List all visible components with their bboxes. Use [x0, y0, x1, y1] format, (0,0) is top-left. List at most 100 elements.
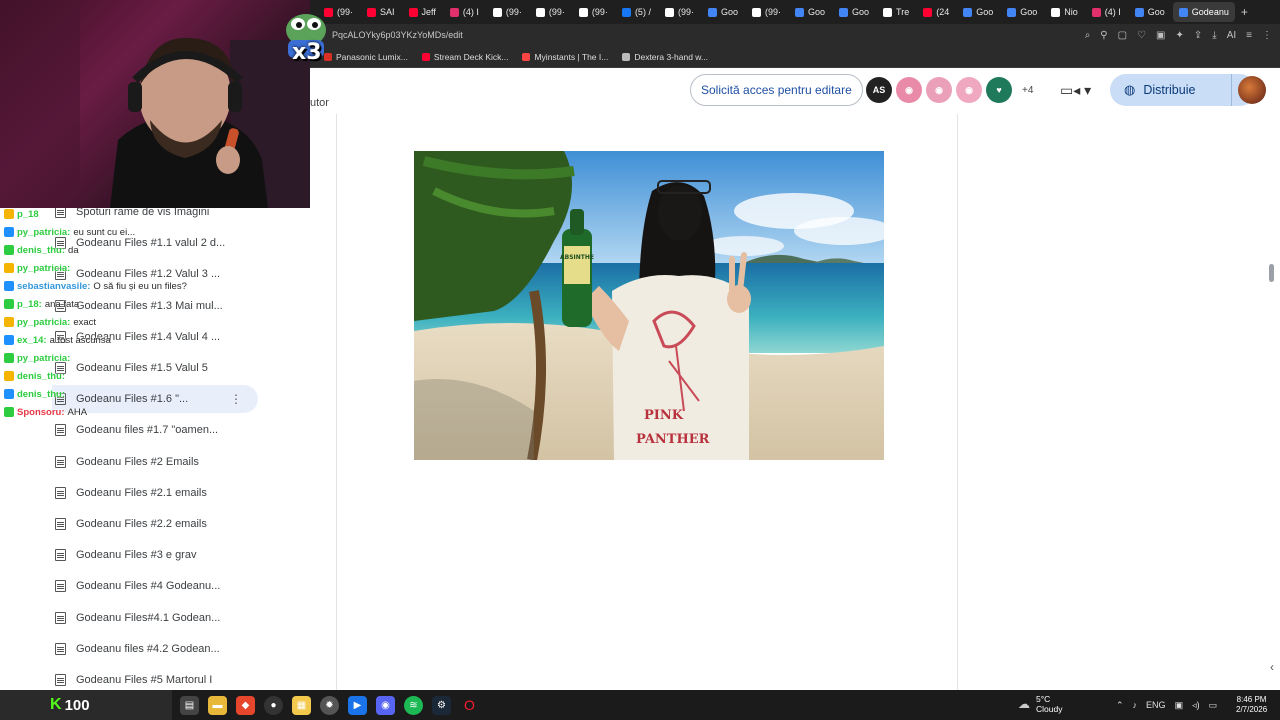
more-icon[interactable]: ⋮ — [1262, 30, 1272, 41]
zoom-icon[interactable]: ⌕ — [1085, 30, 1091, 41]
steam-icon[interactable]: ⚙ — [432, 695, 451, 715]
browser-tab[interactable]: Tre — [877, 2, 915, 22]
profile-avatar[interactable] — [1238, 76, 1266, 104]
brave-browser-icon[interactable]: ◆ — [236, 695, 255, 715]
outline-item[interactable]: Godeanu Files #3 e grav — [52, 541, 258, 569]
bookmark-item[interactable]: Myinstants | The I... — [522, 52, 608, 62]
browser-tab[interactable]: Goo — [702, 2, 744, 22]
avatar[interactable]: AS — [866, 77, 892, 103]
browser-tab[interactable]: Godeanu — [1172, 2, 1235, 22]
browser-tab[interactable]: Nio — [1045, 2, 1084, 22]
box-icon[interactable]: ▣ — [1156, 30, 1165, 41]
avatar[interactable]: ◉ — [926, 77, 952, 103]
weather-desc: Cloudy — [1036, 704, 1063, 714]
outline-item[interactable]: Godeanu Files#4.1 Godean... — [52, 604, 258, 632]
meet-camera-icon[interactable]: ▭◂ ▾ — [1060, 82, 1091, 99]
avatar[interactable]: ♥ — [986, 77, 1012, 103]
chat-badge-icon — [4, 209, 14, 219]
browser-tab[interactable]: SAI — [361, 2, 401, 22]
bookmark-item[interactable]: Panasonic Lumix... — [324, 52, 408, 62]
file-explorer-icon[interactable]: ▬ — [208, 695, 227, 715]
tray-chevron-icon[interactable]: ⌃ — [1116, 700, 1124, 711]
opera-icon[interactable]: O — [460, 695, 479, 715]
battery-icon[interactable]: ▭ — [1209, 700, 1218, 711]
avatar[interactable]: ◉ — [956, 77, 982, 103]
network-icon[interactable]: ▣ — [1175, 700, 1184, 711]
tab-label: (99· — [505, 7, 522, 17]
ai-icon[interactable]: AI — [1227, 30, 1236, 41]
store-icon[interactable]: ▦ — [292, 695, 311, 715]
clock-date: 2/7/2026 — [1236, 705, 1268, 714]
document-image[interactable]: PINK PANTHER ABSINTHE — [414, 151, 884, 460]
tab-label: Godeanu — [1191, 7, 1229, 17]
browser-tab[interactable]: (99· — [530, 2, 571, 22]
microphone-icon[interactable]: ♪ — [1133, 700, 1138, 710]
browser-tab[interactable]: (99· — [573, 2, 614, 22]
bookmark-item[interactable]: Dextera 3-hand w... — [622, 52, 708, 62]
tab-favicon-icon — [839, 7, 849, 17]
share-button[interactable]: ◍ Distribuie ▼ — [1110, 74, 1256, 106]
menu-icon[interactable]: ≡ — [1246, 30, 1252, 41]
screenshot-icon[interactable]: ▢ — [1118, 30, 1127, 41]
browser-tab[interactable]: (4) I — [1086, 2, 1127, 22]
clock[interactable]: 8:46 PM 2/7/2026 — [1236, 695, 1267, 715]
browser-tab[interactable]: Goo — [789, 2, 831, 22]
settings-gear-icon[interactable]: ✹ — [320, 695, 339, 715]
app-blue-icon[interactable]: ▶ — [348, 695, 367, 715]
browser-tab[interactable]: (99· — [746, 2, 787, 22]
discord-icon[interactable]: ◉ — [376, 695, 395, 715]
chat-message: denis_thu: — [4, 369, 68, 383]
outline-item[interactable]: Godeanu Files #2 Emails — [52, 448, 258, 476]
browser-tab[interactable]: Goo — [833, 2, 875, 22]
bookmark-label: Stream Deck Kick... — [433, 51, 509, 62]
volume-icon[interactable]: ◃) — [1192, 700, 1200, 711]
expand-panel-chevron-icon[interactable]: ‹ — [1270, 660, 1274, 674]
outline-item-label: Godeanu Files #2 Emails — [76, 455, 199, 468]
chat-username: py_patricia: — [17, 226, 71, 238]
tab-label: (99· — [337, 7, 354, 17]
bookmark-item[interactable]: Stream Deck Kick... — [421, 51, 509, 62]
new-tab-plus-icon[interactable]: + — [1241, 5, 1248, 19]
url-text[interactable]: PqcALOYky6p03YKzYoMDs/edit — [310, 30, 463, 40]
task-view-icon[interactable]: ▤ — [180, 695, 199, 715]
tab-favicon-icon — [1134, 7, 1144, 17]
browser-tab[interactable]: (99· — [487, 2, 528, 22]
tab-label: (99· — [677, 7, 694, 17]
browser-tab[interactable]: (4) I — [444, 2, 485, 22]
tab-favicon-icon — [883, 7, 893, 17]
outline-item-label: Godeanu Files #4 Godeanu... — [76, 580, 221, 593]
address-bar[interactable]: PqcALOYky6p03YKzYoMDs/edit ⌕ ⚲ ▢ ♡ ▣ ✦ ⇪… — [310, 24, 1280, 46]
heart-icon[interactable]: ♡ — [1137, 30, 1146, 41]
browser-tab[interactable]: Jeff — [403, 2, 442, 22]
browser-tab[interactable]: (24 — [917, 2, 955, 22]
tab-label: (24 — [936, 7, 950, 17]
download-icon[interactable]: ⤓ — [1212, 30, 1216, 41]
request-edit-button[interactable]: Solicită acces pentru editare — [690, 74, 863, 106]
browser-tab[interactable]: (5) / — [616, 2, 657, 22]
chat-badge-icon — [4, 263, 14, 273]
browser-tab[interactable]: Goo — [957, 2, 999, 22]
extra-viewers-count[interactable]: +4 — [1022, 85, 1033, 96]
avatar[interactable]: ◉ — [896, 77, 922, 103]
language-indicator[interactable]: ENG — [1146, 700, 1166, 710]
scrollbar-thumb[interactable] — [1269, 264, 1274, 282]
share-icon[interactable]: ⇪ — [1194, 30, 1202, 41]
browser-tab[interactable]: (99· — [659, 2, 700, 22]
outline-item[interactable]: Godeanu Files #2.2 emails — [52, 510, 258, 538]
browser-tab[interactable]: Goo — [1001, 2, 1043, 22]
obs-icon[interactable]: ● — [264, 695, 283, 715]
pin-icon[interactable]: ⚲ — [1100, 30, 1107, 41]
outline-item[interactable]: Godeanu files #4.2 Godean... — [52, 635, 258, 663]
browser-tab[interactable]: Goo — [1129, 2, 1171, 22]
weather-widget[interactable]: ☁ 5°C Cloudy — [1018, 694, 1062, 714]
outline-item[interactable]: Godeanu Files #2.1 emails — [52, 479, 258, 507]
spotify-icon[interactable]: ≋ — [404, 695, 423, 715]
shirt-text-pink: PINK — [644, 408, 684, 423]
outline-item-label: Godeanu files #4.2 Godean... — [76, 642, 220, 655]
chat-message: sebastianvasile: O să fiu și eu un files? — [4, 279, 187, 293]
tab-label: (99· — [764, 7, 781, 17]
outline-item[interactable]: Godeanu Files #4 Godeanu... — [52, 572, 258, 600]
extensions-icon[interactable]: ✦ — [1176, 30, 1184, 41]
chat-username: p_18 — [17, 208, 39, 220]
chat-username: py_patricia: — [17, 316, 71, 328]
